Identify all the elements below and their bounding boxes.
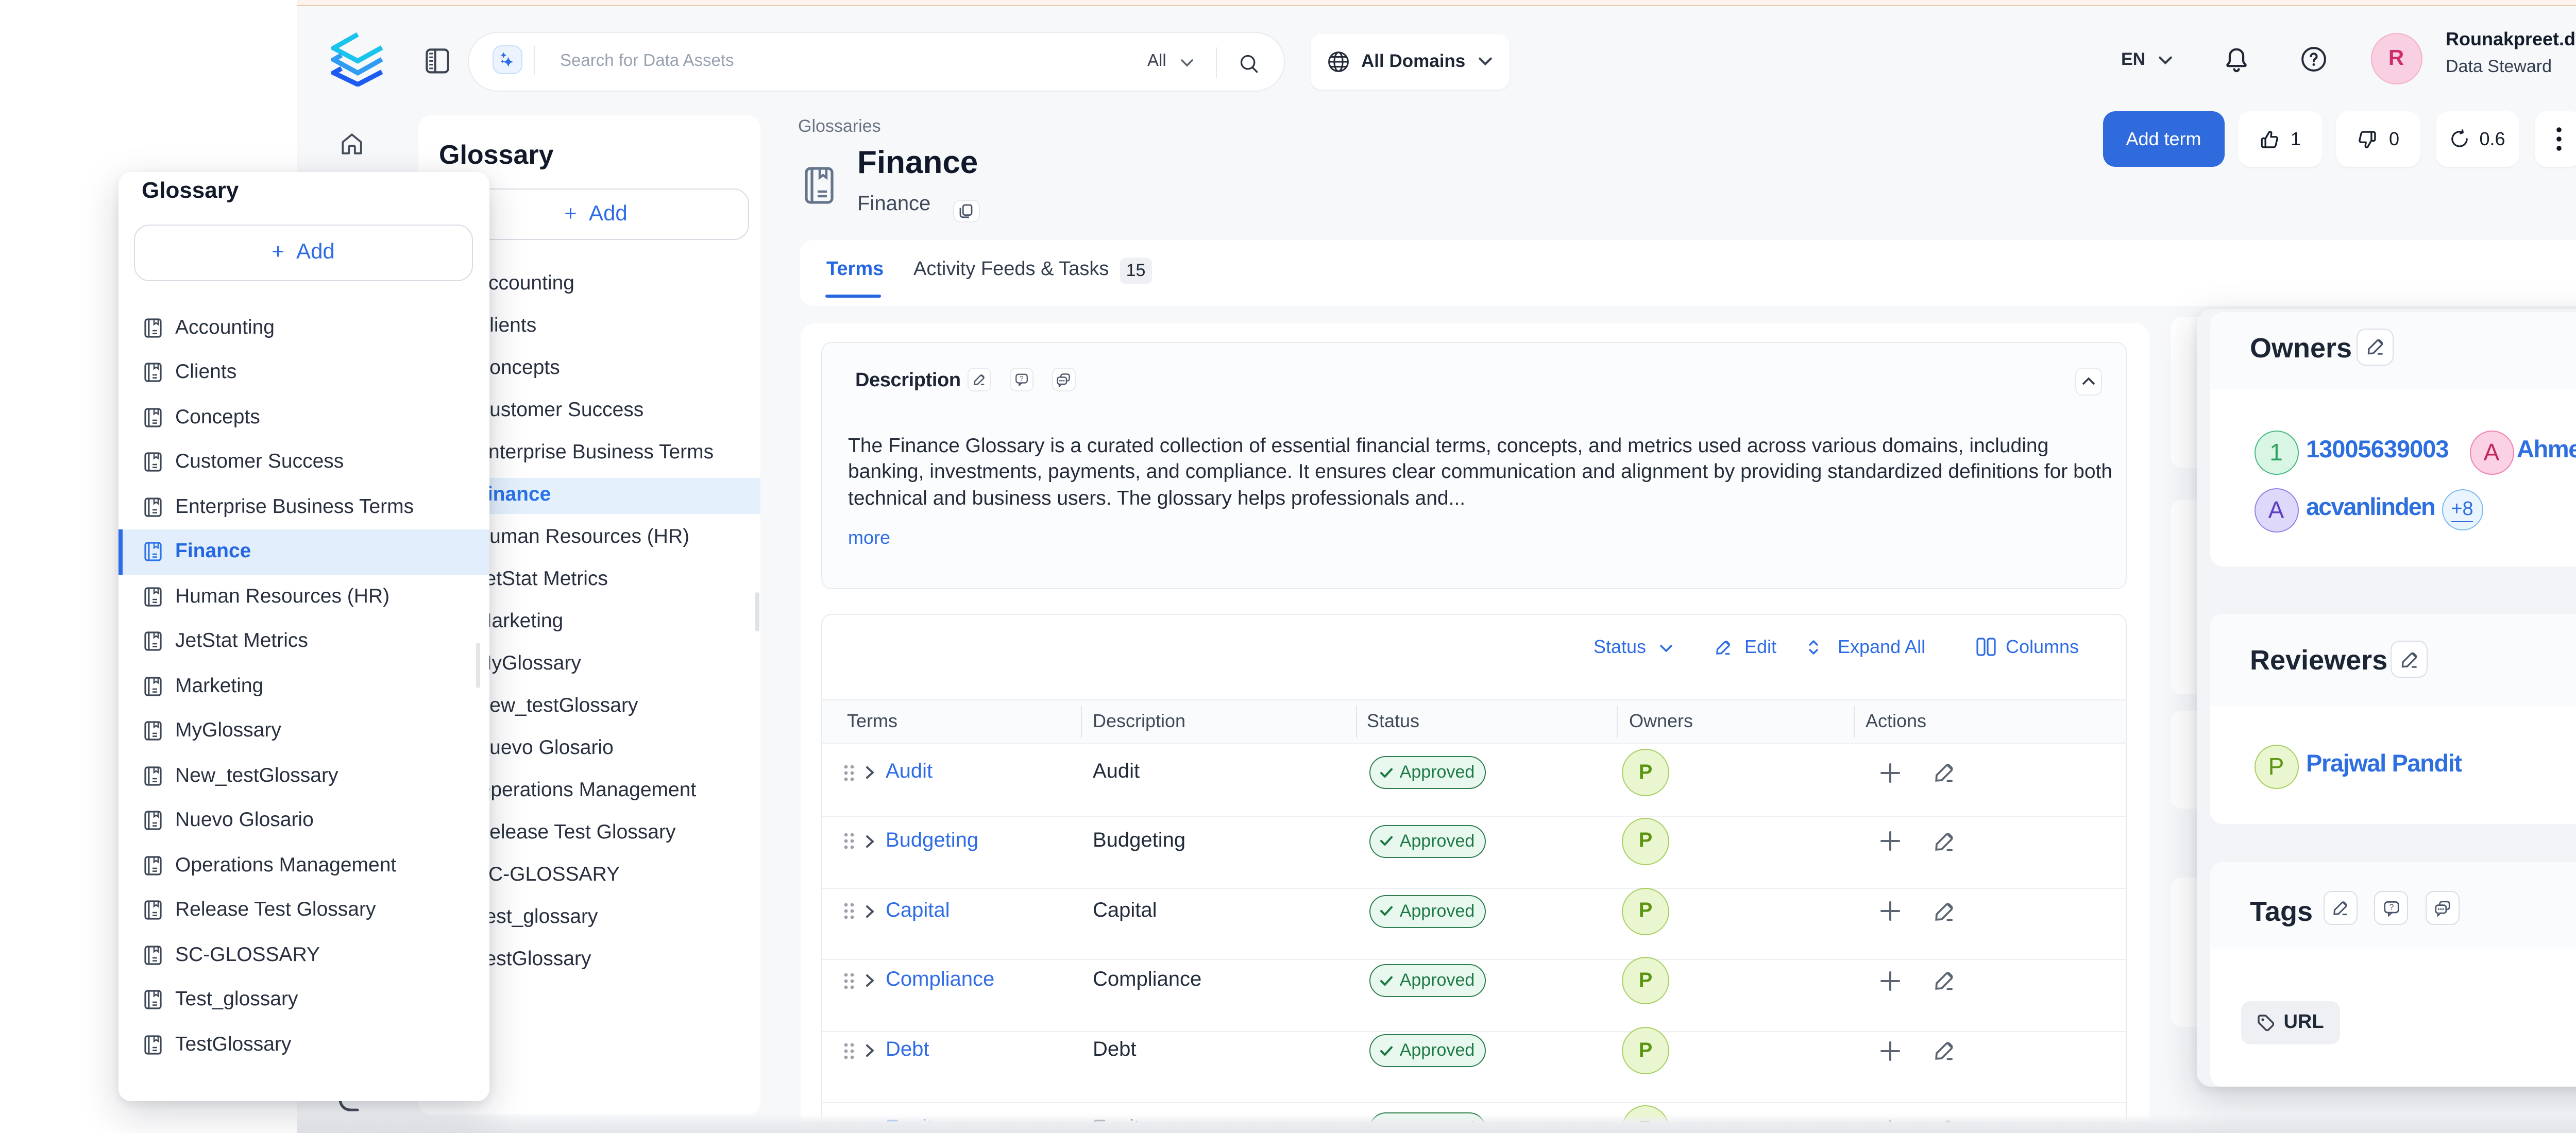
svg-text:?: ?: [2389, 903, 2394, 912]
svg-text:?: ?: [1019, 374, 1023, 382]
